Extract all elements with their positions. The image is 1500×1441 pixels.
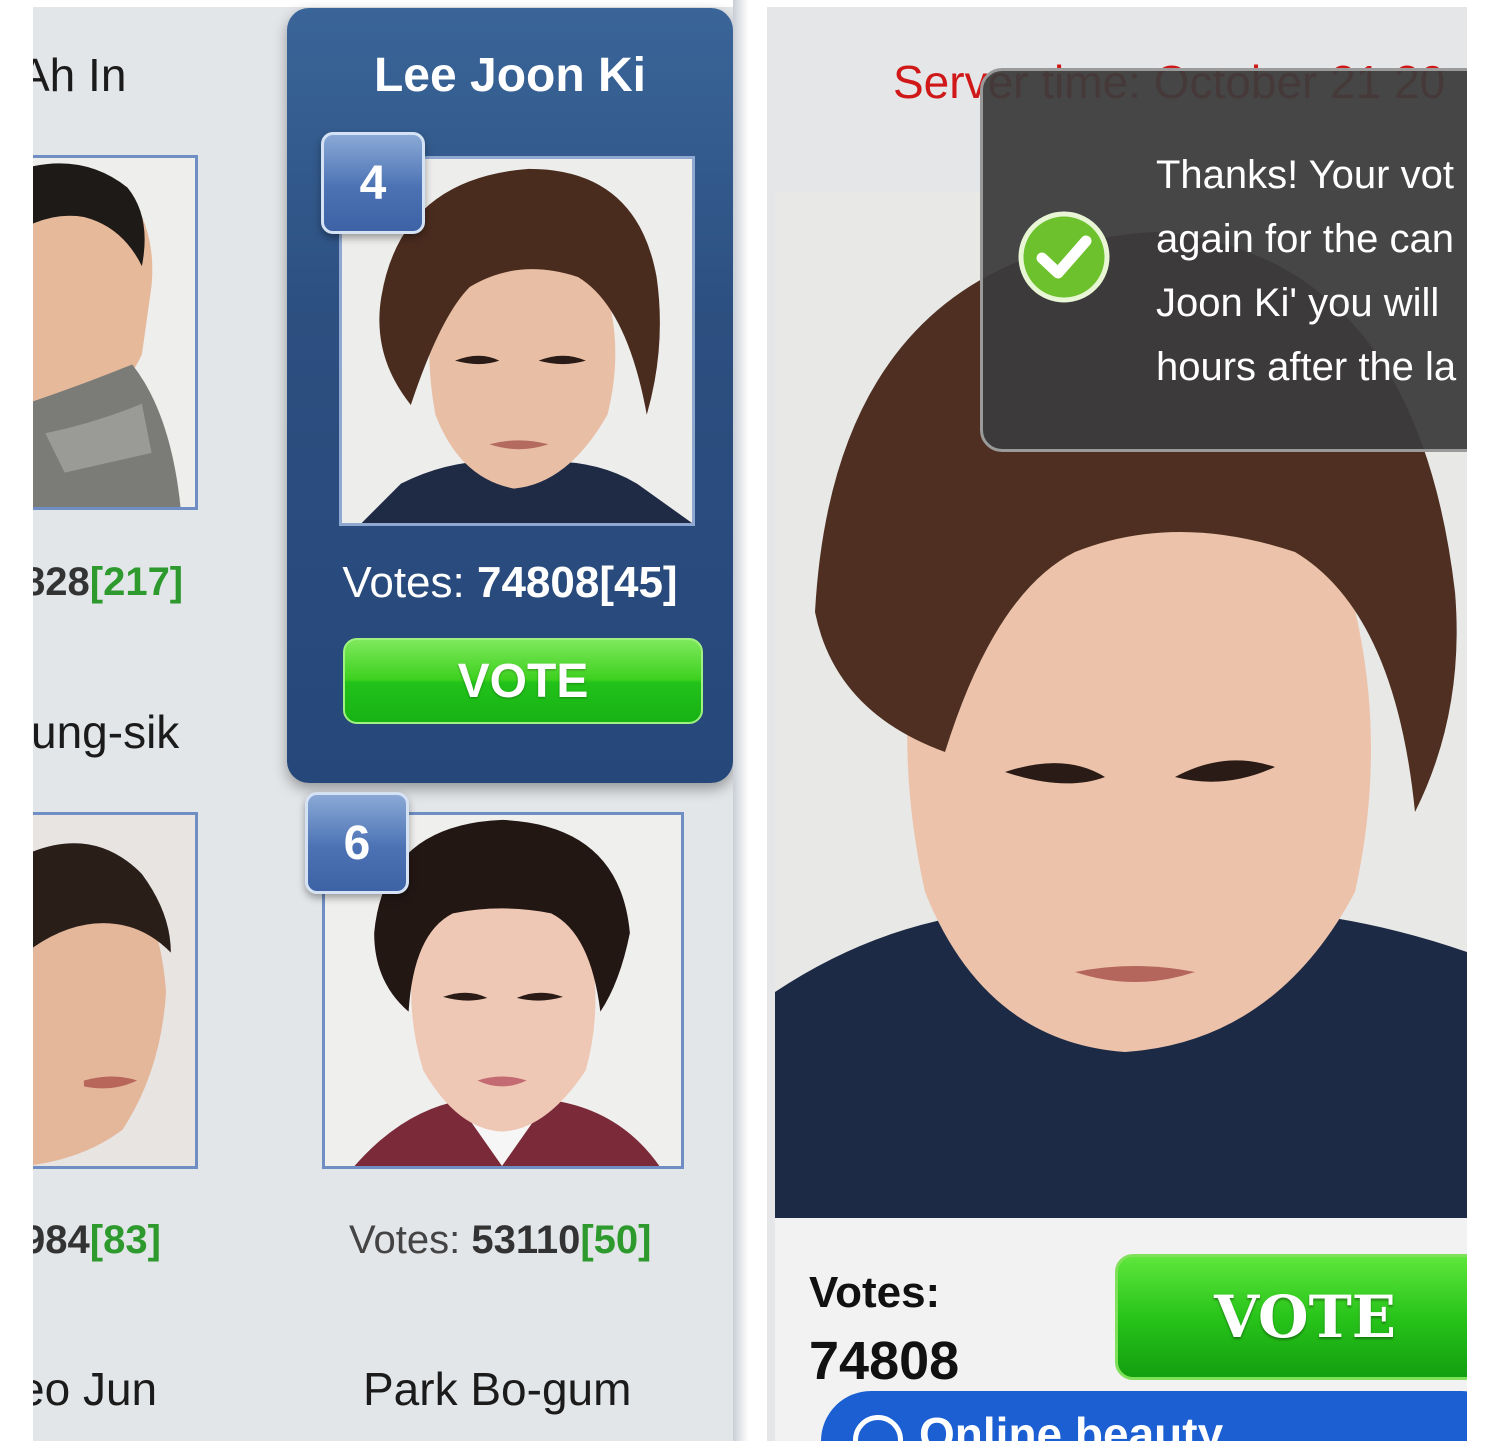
rank-badge: 4 [321,132,425,234]
candidate-photo[interactable] [33,812,198,1169]
top-strip [767,0,1467,7]
votes-value: 74808[45] [476,558,678,607]
online-beauty-button[interactable]: Online beauty [821,1391,1467,1441]
votes-label: Votes: [342,558,465,607]
left-edge [0,0,33,1441]
featured-votes: Votes: 74808[45] [287,558,733,608]
votes-value: 828 [33,560,90,604]
candidate-name: Ah In [33,49,127,101]
toast-message: Thanks! Your vot again for the can Joon … [1156,153,1457,389]
panel-divider [733,0,767,1441]
featured-candidate-card[interactable]: Lee Joon Ki 4 Votes: 74808[45] VOTE [287,8,733,783]
candidate-name: eo Jun [33,1363,158,1415]
candidate-votes: 828[217] [33,560,183,605]
candidate-detail-panel: Server time: October 21 20 Thanks! Your … [767,0,1467,1441]
vote-bar: Votes: 74808 VOTE Online beauty [775,1218,1467,1441]
votes-value: 53110 [471,1218,581,1262]
card6-votes: Votes: 53110[50] [349,1218,652,1263]
vote-confirmation-toast: Thanks! Your vot again for the can Joon … [980,68,1467,452]
right-edge [1467,0,1500,1441]
portrait-image [33,815,195,1166]
votes-plus: [50] [580,1218,652,1262]
votes-value: 74808 [809,1331,960,1391]
votes-label: Votes: [349,1218,461,1262]
candidate-name: Park Bo-gum [363,1363,632,1415]
clock-icon [853,1415,903,1441]
online-button-label: Online beauty [919,1408,1224,1441]
vote-button[interactable]: VOTE [343,638,703,724]
ranking-panel: Ah In 828[217] ung-sik 984[83] eo Jun Le… [33,0,733,1441]
votes-plus: [217] [89,560,184,604]
votes-label: Votes: [809,1268,941,1317]
rank-badge: 6 [305,792,409,894]
vote-button[interactable]: VOTE [1115,1254,1467,1380]
featured-name: Lee Joon Ki [373,49,647,102]
top-strip [33,0,733,7]
candidate-photo[interactable] [33,155,198,510]
check-circle-icon [1018,211,1110,303]
portrait-image [33,158,195,507]
candidate-name: ung-sik [33,706,180,758]
